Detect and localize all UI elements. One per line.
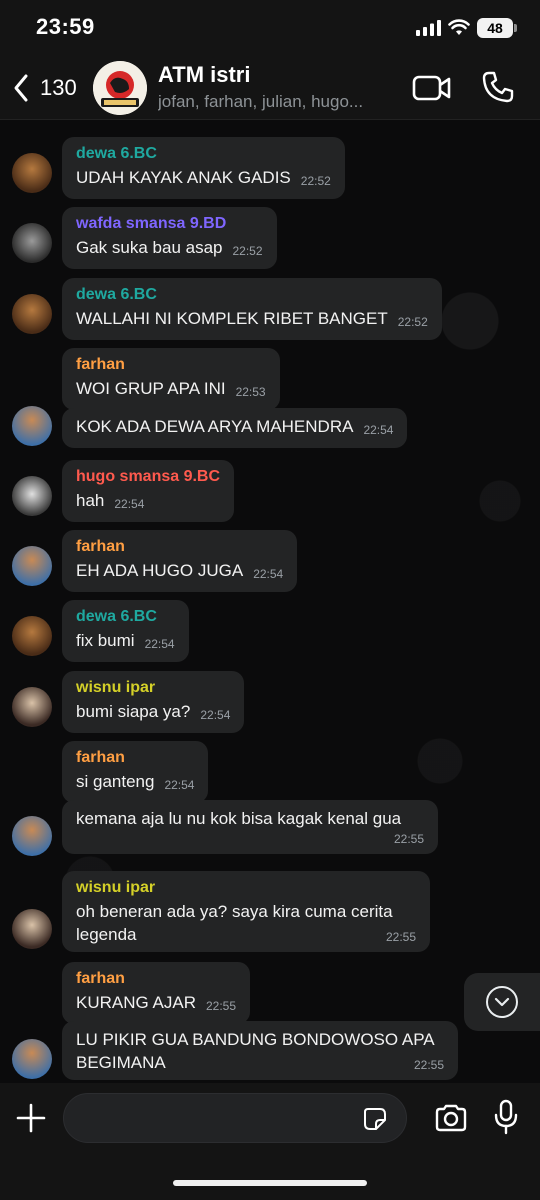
sender-name[interactable]: farhan bbox=[76, 537, 283, 557]
message-input[interactable] bbox=[82, 1104, 352, 1132]
status-time: 23:59 bbox=[36, 14, 95, 39]
message-time: 22:54 bbox=[164, 778, 195, 792]
message-text: kemana aja lu nu kok bisa kagak kenal gu… bbox=[76, 809, 402, 828]
message-time: 22:54 bbox=[144, 637, 175, 651]
message-composer bbox=[0, 1083, 540, 1200]
plus-icon[interactable] bbox=[14, 1101, 48, 1135]
message-text: WOI GRUP APA INI bbox=[76, 379, 226, 398]
chevron-left-icon bbox=[14, 74, 28, 102]
sender-name[interactable]: farhan bbox=[76, 355, 266, 375]
avatar-farhan[interactable] bbox=[12, 1039, 52, 1079]
avatar-wisnu[interactable] bbox=[12, 909, 52, 949]
microphone-icon[interactable] bbox=[494, 1099, 518, 1135]
avatar-dewa[interactable] bbox=[12, 294, 52, 334]
status-bar: 23:59 48 bbox=[0, 0, 540, 58]
message-bubble[interactable]: kemana aja lu nu kok bisa kagak kenal gu… bbox=[62, 800, 438, 854]
avatar-farhan[interactable] bbox=[12, 816, 52, 856]
phone-icon[interactable] bbox=[481, 70, 515, 104]
sender-name[interactable]: wisnu ipar bbox=[76, 878, 416, 898]
sender-name[interactable]: farhan bbox=[76, 748, 194, 768]
message-bubble[interactable]: farhan WOI GRUP APA INI 22:53 bbox=[62, 348, 280, 410]
avatar-dewa[interactable] bbox=[12, 616, 52, 656]
message-time: 22:52 bbox=[232, 244, 263, 258]
video-call-icon[interactable] bbox=[412, 72, 452, 104]
message-text: bumi siapa ya? bbox=[76, 702, 191, 721]
chat-header: 130 ATM istri jofan, farhan, julian, hug… bbox=[0, 58, 540, 120]
sender-name[interactable]: wafda smansa 9.BD bbox=[76, 214, 263, 234]
message-text: fix bumi bbox=[76, 631, 135, 650]
message-time: 22:55 bbox=[393, 832, 424, 846]
message-text: hah bbox=[76, 491, 105, 510]
avatar-farhan[interactable] bbox=[12, 546, 52, 586]
home-indicator bbox=[173, 1180, 367, 1186]
message-bubble[interactable]: wafda smansa 9.BD Gak suka bau asap 22:52 bbox=[62, 207, 277, 269]
message-bubble[interactable]: wisnu ipar oh beneran ada ya? saya kira … bbox=[62, 871, 430, 952]
message-time: 22:54 bbox=[114, 497, 145, 511]
avatar-dewa[interactable] bbox=[12, 153, 52, 193]
avatar-farhan[interactable] bbox=[12, 406, 52, 446]
unread-count: 130 bbox=[40, 75, 77, 100]
scroll-to-bottom-button[interactable] bbox=[464, 973, 540, 1031]
avatar-hugo[interactable] bbox=[12, 476, 52, 516]
sender-name[interactable]: hugo smansa 9.BC bbox=[76, 467, 220, 487]
message-bubble[interactable]: hugo smansa 9.BC hah 22:54 bbox=[62, 460, 235, 522]
group-avatar[interactable] bbox=[93, 61, 147, 115]
chat-messages[interactable]: dewa 6.BC UDAH KAYAK ANAK GADIS 22:52 waf… bbox=[0, 121, 540, 1083]
message-text: WALLAHI NI KOMPLEK RIBET BANGET bbox=[76, 309, 388, 328]
message-bubble[interactable]: farhan KURANG AJAR 22:55 bbox=[62, 962, 251, 1024]
message-bubble[interactable]: farhan EH ADA HUGO JUGA 22:54 bbox=[62, 530, 298, 592]
message-text: KOK ADA DEWA ARYA MAHENDRA bbox=[76, 417, 354, 436]
message-bubble[interactable]: dewa 6.BC fix bumi 22:54 bbox=[62, 600, 189, 662]
group-logo-icon bbox=[93, 61, 147, 115]
wifi-icon bbox=[448, 19, 470, 35]
cellular-signal-icon bbox=[416, 20, 441, 36]
avatar-wisnu[interactable] bbox=[12, 687, 52, 727]
message-input-container[interactable] bbox=[63, 1093, 407, 1143]
message-text: KURANG AJAR bbox=[76, 993, 196, 1012]
chat-title[interactable]: ATM istri bbox=[158, 62, 250, 88]
message-time: 22:54 bbox=[200, 708, 231, 722]
message-text: Gak suka bau asap bbox=[76, 238, 223, 257]
message-time: 22:52 bbox=[397, 315, 428, 329]
message-time: 22:55 bbox=[205, 999, 237, 1013]
sender-name[interactable]: dewa 6.BC bbox=[76, 285, 428, 305]
message-text: UDAH KAYAK ANAK GADIS bbox=[76, 168, 291, 187]
message-bubble[interactable]: farhan si ganteng 22:54 bbox=[62, 741, 209, 803]
chat-members[interactable]: jofan, farhan, julian, hugo... bbox=[158, 92, 398, 112]
back-button[interactable]: 130 bbox=[10, 66, 77, 110]
message-bubble[interactable]: dewa 6.BC WALLAHI NI KOMPLEK RIBET BANGE… bbox=[62, 278, 442, 340]
message-bubble[interactable]: LU PIKIR GUA BANDUNG BONDOWOSO APA BEGIM… bbox=[62, 1021, 458, 1080]
sender-name[interactable]: wisnu ipar bbox=[76, 678, 230, 698]
camera-icon[interactable] bbox=[434, 1103, 468, 1133]
sender-name[interactable]: dewa 6.BC bbox=[76, 144, 331, 164]
avatar-wafda[interactable] bbox=[12, 223, 52, 263]
message-time: 22:54 bbox=[253, 567, 284, 581]
message-text: EH ADA HUGO JUGA bbox=[76, 561, 244, 580]
sticker-icon[interactable] bbox=[363, 1107, 387, 1131]
message-bubble[interactable]: KOK ADA DEWA ARYA MAHENDRA 22:54 bbox=[62, 408, 408, 448]
battery-indicator: 48 bbox=[477, 18, 517, 38]
message-bubble[interactable]: wisnu ipar bumi siapa ya? 22:54 bbox=[62, 671, 245, 733]
sender-name[interactable]: farhan bbox=[76, 969, 236, 989]
chevron-down-icon bbox=[494, 997, 510, 1007]
message-time: 22:54 bbox=[363, 423, 394, 437]
message-time: 22:52 bbox=[300, 174, 331, 188]
message-text: si ganteng bbox=[76, 772, 155, 791]
message-bubble[interactable]: dewa 6.BC UDAH KAYAK ANAK GADIS 22:52 bbox=[62, 137, 345, 199]
sender-name[interactable]: dewa 6.BC bbox=[76, 607, 175, 627]
message-time: 22:53 bbox=[235, 385, 266, 399]
